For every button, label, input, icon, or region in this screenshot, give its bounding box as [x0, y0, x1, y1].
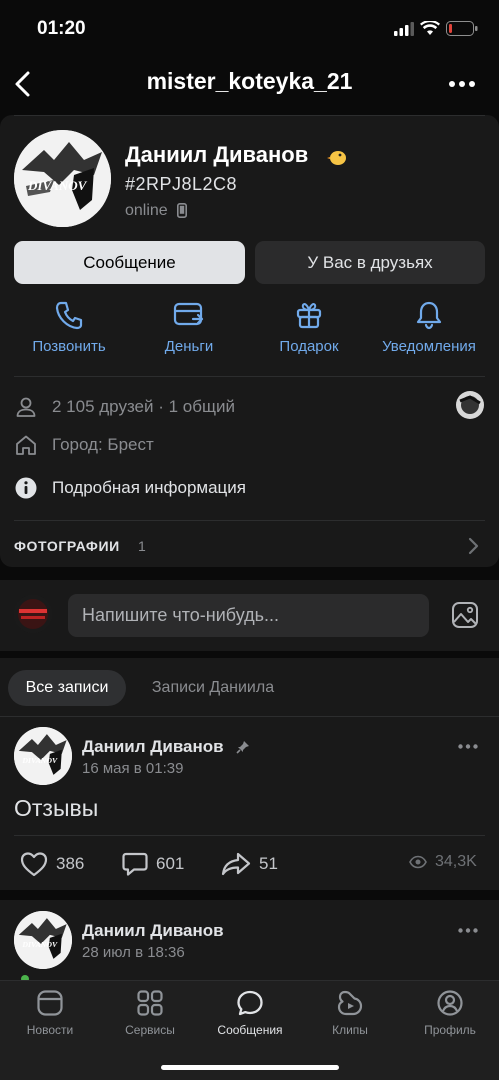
nav-services[interactable]: Сервисы — [105, 989, 195, 1037]
phone-icon — [55, 301, 83, 330]
news-icon — [37, 990, 63, 1016]
comment-button[interactable]: 601 — [122, 851, 184, 877]
post-menu-button[interactable] — [458, 744, 478, 749]
money-icon — [173, 302, 204, 326]
view-count: 34,3K — [435, 853, 477, 870]
eye-icon — [409, 855, 427, 869]
nav-services-label: Сервисы — [125, 1023, 175, 1037]
svg-text:DIVANOV: DIVANOV — [27, 178, 88, 193]
share-icon — [221, 852, 251, 876]
more-button[interactable] — [448, 80, 476, 88]
signal-icon — [394, 22, 414, 36]
details-row[interactable]: Подробная информация — [14, 476, 246, 500]
wifi-icon — [420, 21, 440, 36]
nav-clips-label: Клипы — [332, 1023, 368, 1037]
share-count: 51 — [259, 854, 278, 873]
profile-id: #2RPJ8L2C8 — [125, 174, 238, 194]
nav-profile[interactable]: Профиль — [405, 989, 495, 1037]
more-dots-icon — [449, 81, 475, 87]
services-icon — [137, 990, 163, 1016]
photos-count: 1 — [138, 538, 146, 554]
home-indicator — [161, 1065, 339, 1070]
details-text: Подробная информация — [52, 478, 246, 497]
profile-avatar[interactable]: DIVANOV — [14, 130, 111, 227]
chevron-right-icon[interactable] — [467, 537, 479, 555]
money-label: Деньги — [164, 338, 214, 355]
status-time: 01:20 — [37, 18, 86, 39]
post-author[interactable]: Даниил Диванов — [82, 921, 224, 941]
profile-icon — [437, 990, 463, 1016]
pin-icon — [236, 740, 250, 754]
post-text: Отзывы — [14, 795, 99, 821]
post-author[interactable]: Даниил Диванов — [82, 737, 224, 757]
compose-input[interactable]: Напишите что-нибудь... — [68, 594, 429, 637]
city-row: Город: Брест — [14, 433, 154, 457]
photo-attach-icon[interactable] — [451, 601, 479, 629]
comment-count: 601 — [156, 854, 185, 873]
tab-owner-posts[interactable]: Записи Даниила — [138, 670, 288, 706]
notifications-label: Уведомления — [382, 338, 476, 355]
post-menu-button[interactable] — [458, 928, 478, 933]
nav-messages-label: Сообщения — [217, 1023, 283, 1037]
gift-action[interactable]: Подарок — [249, 300, 369, 356]
battery-icon — [446, 21, 478, 36]
heart-icon — [20, 852, 48, 877]
gift-icon — [296, 303, 322, 329]
gift-label: Подарок — [279, 338, 339, 355]
money-action[interactable]: Деньги — [129, 300, 249, 356]
comment-icon — [122, 852, 148, 876]
view-count-group: 34,3K — [409, 853, 477, 871]
more-dots-icon — [458, 744, 478, 749]
clips-icon — [337, 990, 363, 1016]
nav-messages[interactable]: Сообщения — [205, 989, 295, 1037]
post-avatar[interactable]: DIVANOV — [14, 911, 72, 969]
more-dots-icon — [458, 928, 478, 933]
bell-icon — [416, 301, 442, 330]
photos-header[interactable]: ФОТОГРАФИИ — [14, 538, 120, 554]
friends-button[interactable]: У Вас в друзьях — [255, 241, 485, 284]
city-text: Город: Брест — [52, 435, 154, 454]
online-status: online — [125, 202, 168, 219]
mobile-icon — [177, 203, 187, 218]
call-label: Позвонить — [32, 338, 106, 355]
post-avatar[interactable]: DIVANOV — [14, 727, 72, 785]
message-button[interactable]: Сообщение — [14, 241, 245, 284]
nav-clips[interactable]: Клипы — [305, 989, 395, 1037]
nav-profile-label: Профиль — [424, 1023, 476, 1037]
avatar-image: DIVANOV — [14, 130, 111, 227]
person-icon — [16, 397, 36, 417]
share-button[interactable]: 51 — [221, 851, 278, 877]
compose-placeholder: Напишите что-нибудь... — [82, 605, 279, 625]
call-action[interactable]: Позвонить — [9, 300, 129, 356]
page-title: mister_koteyka_21 — [146, 68, 353, 94]
nav-news[interactable]: Новости — [5, 989, 95, 1037]
svg-text:DIVANOV: DIVANOV — [21, 756, 58, 765]
mutual-friend-avatar[interactable] — [456, 391, 484, 419]
profile-name: Даниил Диванов — [125, 142, 309, 167]
nav-news-label: Новости — [26, 1023, 74, 1037]
like-count: 386 — [56, 854, 85, 873]
svg-text:DIVANOV: DIVANOV — [21, 940, 58, 949]
messages-icon — [237, 990, 263, 1016]
emoji-chick-icon — [327, 146, 349, 166]
post-card-2 — [0, 900, 499, 990]
like-button[interactable]: 386 — [20, 851, 84, 877]
post-date: 28 июл в 18:36 — [82, 944, 185, 961]
notifications-action[interactable]: Уведомления — [369, 300, 489, 356]
info-icon — [15, 477, 37, 499]
tab-all-posts[interactable]: Все записи — [8, 670, 126, 706]
friends-count: 2 105 друзей · 1 общий — [52, 397, 235, 416]
home-icon — [16, 435, 36, 455]
friends-row[interactable]: 2 105 друзей · 1 общий — [14, 395, 235, 419]
my-avatar[interactable] — [14, 595, 52, 633]
post-date: 16 мая в 01:39 — [82, 760, 184, 777]
